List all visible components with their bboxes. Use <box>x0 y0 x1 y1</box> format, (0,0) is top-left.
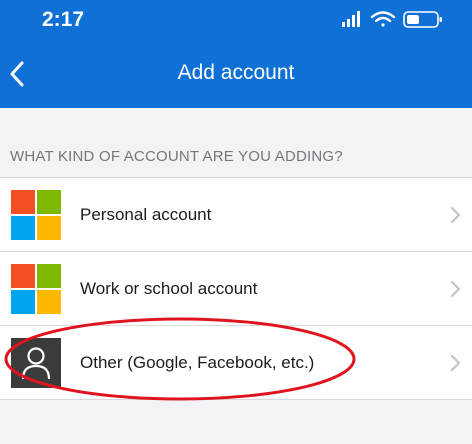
chevron-right-icon <box>450 280 461 298</box>
chevron-right-icon <box>450 354 461 372</box>
microsoft-logo-icon <box>11 190 61 240</box>
battery-icon <box>403 11 442 28</box>
section-heading: WHAT KIND OF ACCOUNT ARE YOU ADDING? <box>10 148 343 165</box>
chevron-right-icon <box>450 206 461 224</box>
row-label: Other (Google, Facebook, etc.) <box>80 353 315 372</box>
row-label: Work or school account <box>80 279 258 298</box>
status-icons <box>338 9 450 29</box>
row-label: Personal account <box>80 205 212 224</box>
account-type-list: Personal account Work or school account … <box>0 177 472 400</box>
signal-icon <box>342 11 360 27</box>
microsoft-logo-icon <box>11 264 61 314</box>
page-title: Add account <box>177 61 295 84</box>
other-account-row[interactable]: Other (Google, Facebook, etc.) <box>0 326 472 399</box>
person-icon <box>11 338 61 388</box>
header-bar: 2:17 Add account <box>0 0 472 108</box>
wifi-icon <box>370 11 396 27</box>
status-time: 2:17 <box>42 8 85 31</box>
personal-account-row[interactable]: Personal account <box>0 178 472 252</box>
work-or-school-account-row[interactable]: Work or school account <box>0 252 472 326</box>
